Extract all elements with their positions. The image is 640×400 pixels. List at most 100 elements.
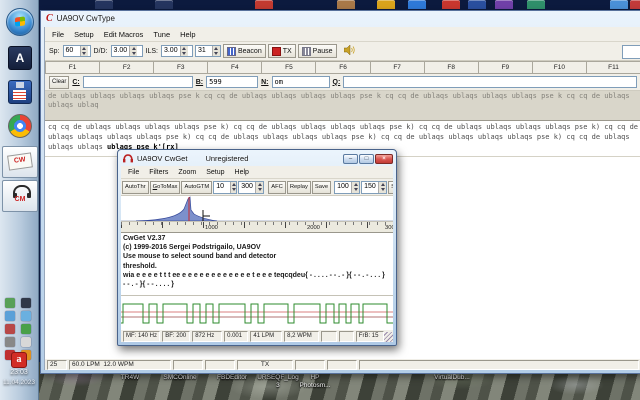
desktop-icon[interactable] xyxy=(155,0,173,9)
desktop-icon[interactable] xyxy=(408,0,426,9)
max-speed-spinner[interactable]: 150 xyxy=(361,181,387,194)
fkey-f8[interactable]: F8 xyxy=(425,61,479,74)
desktop-icon-label[interactable]: SMCOnline xyxy=(163,374,196,382)
menu-file[interactable]: File xyxy=(47,30,69,39)
decoded-text-area[interactable]: CwGet V2.37(c) 1999-2016 Sergei Podstrig… xyxy=(121,233,393,296)
band-spinner[interactable]: 300 xyxy=(238,181,264,194)
menu-setup[interactable]: Setup xyxy=(201,169,229,176)
frequency-scale[interactable]: 10002000300 xyxy=(121,222,393,233)
taskbar-cwget-button[interactable]: CM xyxy=(2,180,38,212)
clear-button[interactable]: Clear xyxy=(49,76,69,89)
fkey-f9[interactable]: F9 xyxy=(479,61,533,74)
tray-icon[interactable] xyxy=(21,337,31,347)
fkey-f6[interactable]: F6 xyxy=(316,61,370,74)
frequency-scale-label: 300 xyxy=(385,225,393,231)
desktop-icon[interactable] xyxy=(337,0,355,9)
status-cell xyxy=(173,360,203,370)
start-button[interactable] xyxy=(6,8,34,36)
dash-dot-spinner[interactable]: 3.00 xyxy=(111,45,143,57)
weight-spinner[interactable]: 31 xyxy=(195,45,221,57)
fkey-f11[interactable]: F11 xyxy=(587,61,640,74)
autogtm-button[interactable]: AutoGTM xyxy=(181,181,212,194)
sound-icon[interactable] xyxy=(344,45,355,57)
cwget-titlebar[interactable]: UA9OV CwGet Unregistered – □ × xyxy=(118,150,396,166)
maximize-button[interactable]: □ xyxy=(359,154,374,164)
menu-setup[interactable]: Setup xyxy=(69,30,99,39)
desktop-icon-label[interactable]: TR4W xyxy=(121,374,139,382)
desktop: TR4W SMCOnline FBDEditor URSEQF_Log 3HP Pho… xyxy=(0,0,640,400)
cwtype-titlebar[interactable]: C UA9OV CwType xyxy=(41,11,640,26)
taskbar-clock[interactable]: 23:03 xyxy=(0,369,38,376)
cwget-icon-label: CM xyxy=(3,196,37,203)
tray-icon[interactable] xyxy=(5,337,15,347)
close-button[interactable]: × xyxy=(375,154,393,164)
floppy-save-icon[interactable] xyxy=(8,80,32,104)
fkey-f1[interactable]: F1 xyxy=(45,61,100,74)
chrome-icon[interactable] xyxy=(8,114,32,138)
beacon-icon xyxy=(227,47,236,56)
desktop-icon-label[interactable]: VirtualDub... xyxy=(434,374,470,382)
afc-button[interactable]: AFC xyxy=(268,181,286,194)
tray-icon[interactable] xyxy=(5,311,15,321)
name-input[interactable]: om xyxy=(272,76,330,88)
menu-tune[interactable]: Tune xyxy=(148,30,175,39)
menu-help[interactable]: Help xyxy=(175,30,200,39)
decoded-text-line: - - . - }{ - - . . . . } xyxy=(123,280,391,289)
menu-help[interactable]: Help xyxy=(230,169,254,176)
fkey-f2[interactable]: F2 xyxy=(100,61,154,74)
autothr-button[interactable]: AutoThr xyxy=(122,181,149,194)
signal-waveform[interactable] xyxy=(121,296,393,329)
resize-grip[interactable] xyxy=(384,332,393,342)
macro-fields-row: Clear C: B: 599 N: om Q: xyxy=(45,74,640,91)
rst-input[interactable]: 599 xyxy=(206,76,258,88)
rx-history-text[interactable]: de ublaqs ublaqs ublaqs ublaqs pse k cq … xyxy=(45,91,640,121)
desktop-icon[interactable] xyxy=(527,0,545,9)
desktop-icon-label[interactable]: FBDEditor xyxy=(217,374,247,382)
menu-edit-macros[interactable]: Edit Macros xyxy=(99,30,149,39)
taskbar-date[interactable]: 11.04.2023 xyxy=(0,379,38,386)
tx-button[interactable]: TX xyxy=(268,44,296,58)
ils-spinner[interactable]: 3.00 xyxy=(161,45,193,57)
menu-file[interactable]: File xyxy=(123,169,144,176)
desktop-icon[interactable] xyxy=(468,0,486,9)
tray-icon[interactable] xyxy=(21,311,31,321)
replay-button[interactable]: Replay xyxy=(287,181,311,194)
desktop-icon[interactable] xyxy=(377,0,395,9)
tray-icon[interactable] xyxy=(21,298,31,308)
spectrum-display[interactable] xyxy=(121,196,393,222)
speed-spinner[interactable]: 60 xyxy=(63,45,91,57)
call-input[interactable] xyxy=(83,76,193,88)
sploc-button[interactable]: Sp.Loc xyxy=(388,181,393,194)
beacon-button[interactable]: Beacon xyxy=(223,44,266,58)
desktop-icon[interactable] xyxy=(95,0,113,9)
tray-icon[interactable] xyxy=(5,324,15,334)
desktop-icon-label[interactable]: URSEQF_Log 3 xyxy=(257,374,299,389)
gotomax-button[interactable]: GoToMax xyxy=(150,181,181,194)
desktop-icon[interactable] xyxy=(255,0,273,9)
taskbar-cwtype-button[interactable]: CW xyxy=(2,146,38,178)
minimize-button[interactable]: – xyxy=(343,154,358,164)
desktop-icon[interactable] xyxy=(630,0,640,9)
tray-icon[interactable] xyxy=(5,298,15,308)
desktop-icon-label[interactable]: HP Photosm... xyxy=(299,374,330,389)
menu-zoom[interactable]: Zoom xyxy=(173,169,201,176)
fkey-f10[interactable]: F10 xyxy=(533,61,587,74)
fkey-f3[interactable]: F3 xyxy=(154,61,208,74)
qth-input[interactable] xyxy=(343,76,637,88)
frequency-scale-label: 2000 xyxy=(307,225,320,231)
menu-filters[interactable]: Filters xyxy=(144,169,173,176)
fkey-f5[interactable]: F5 xyxy=(262,61,316,74)
threshold-spinner[interactable]: 10 xyxy=(213,181,237,194)
desktop-icon[interactable] xyxy=(442,0,460,9)
fkey-f7[interactable]: F7 xyxy=(371,61,425,74)
avira-tray-icon[interactable]: a xyxy=(11,352,27,368)
toolbar-cutoff-control[interactable] xyxy=(622,45,640,59)
min-speed-spinner[interactable]: 100 xyxy=(334,181,360,194)
desktop-icon[interactable] xyxy=(495,0,513,9)
fkey-f4[interactable]: F4 xyxy=(208,61,262,74)
save-button[interactable]: Save xyxy=(312,181,331,194)
pause-button[interactable]: Pause xyxy=(298,44,337,58)
tray-icon[interactable] xyxy=(21,324,31,334)
taskbar-app-a-icon[interactable]: A xyxy=(8,46,32,70)
desktop-icon[interactable] xyxy=(610,0,628,9)
